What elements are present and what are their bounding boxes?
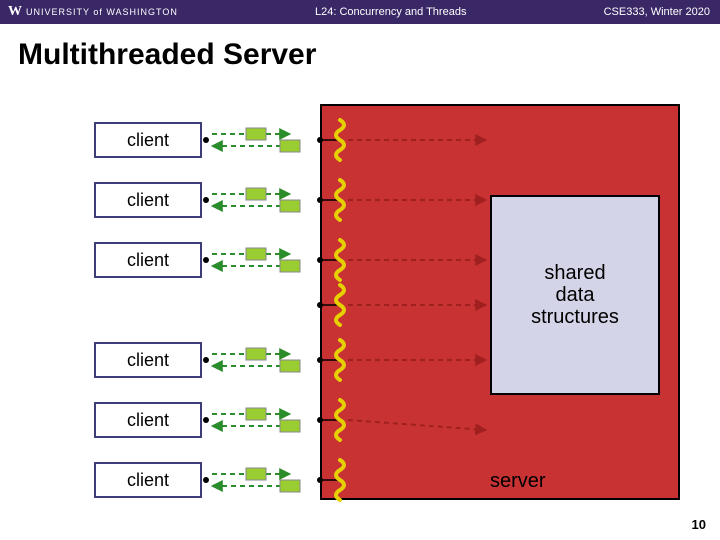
client-label: client	[127, 130, 169, 151]
shared-label: data	[556, 284, 595, 306]
logo-text: UNIVERSITY of WASHINGTON	[26, 7, 178, 17]
header-bar: W UNIVERSITY of WASHINGTON L24: Concurre…	[0, 0, 720, 24]
client-label: client	[127, 250, 169, 271]
shared-label: structures	[531, 306, 619, 328]
client-box: client	[94, 342, 202, 378]
client-box: client	[94, 462, 202, 498]
client-box: client	[94, 402, 202, 438]
page-title: Multithreaded Server	[0, 24, 720, 80]
server-label: server	[490, 470, 546, 493]
lecture-title: L24: Concurrency and Threads	[178, 6, 604, 18]
client-label: client	[127, 350, 169, 371]
page-number: 10	[692, 517, 706, 532]
client-label: client	[127, 470, 169, 491]
shared-label: shared	[544, 262, 605, 284]
client-box: client	[94, 122, 202, 158]
shared-data-box: shared data structures	[490, 195, 660, 395]
diagram: client client client client client clien…	[0, 90, 720, 510]
client-box: client	[94, 182, 202, 218]
course-term: CSE333, Winter 2020	[604, 6, 720, 18]
client-box: client	[94, 242, 202, 278]
client-label: client	[127, 190, 169, 211]
uw-logo: W UNIVERSITY of WASHINGTON	[0, 4, 178, 20]
logo-w-icon: W	[8, 4, 22, 20]
client-label: client	[127, 410, 169, 431]
